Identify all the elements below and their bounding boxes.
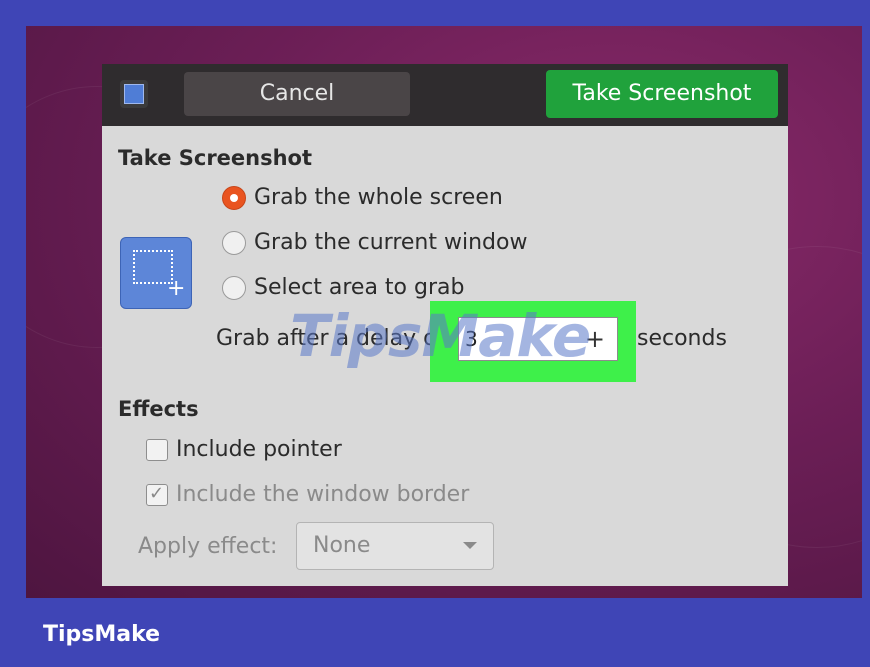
take-screenshot-heading: Take Screenshot [118,146,313,170]
take-screenshot-button[interactable]: Take Screenshot [546,70,778,118]
radio-label: Grab the whole screen [254,185,503,210]
checkbox-label: Include the window border [176,482,470,507]
effects-heading: Effects [118,397,199,421]
radio-label: Select area to grab [254,275,465,300]
checkbox[interactable] [146,439,168,461]
screenshot-app-icon [120,80,148,108]
apply-effect-dropdown[interactable]: None [296,522,494,570]
checkbox-checked[interactable]: ✓ [146,483,168,506]
screenshot-dialog: Cancel Take Screenshot Take Screenshot +… [102,64,788,586]
radio-button-selected[interactable] [222,186,246,210]
radio-button[interactable] [222,231,246,255]
delay-units-label: seconds [637,326,727,351]
apply-effect-label: Apply effect: [138,534,278,559]
radio-label: Grab the current window [254,230,528,255]
checkbox-label: Include pointer [176,437,342,462]
cancel-button[interactable]: Cancel [184,72,410,116]
brand-label: TipsMake [43,622,161,647]
check-icon: ✓ [149,483,165,504]
watermark-logo: TipsMake [290,302,591,370]
dropdown-value: None [313,533,371,558]
radio-button[interactable] [222,276,246,300]
area-selection-icon: + [120,237,192,309]
crosshair-icon: + [167,276,186,301]
header-bar: Cancel Take Screenshot [102,64,788,126]
chevron-down-icon[interactable] [463,542,477,549]
